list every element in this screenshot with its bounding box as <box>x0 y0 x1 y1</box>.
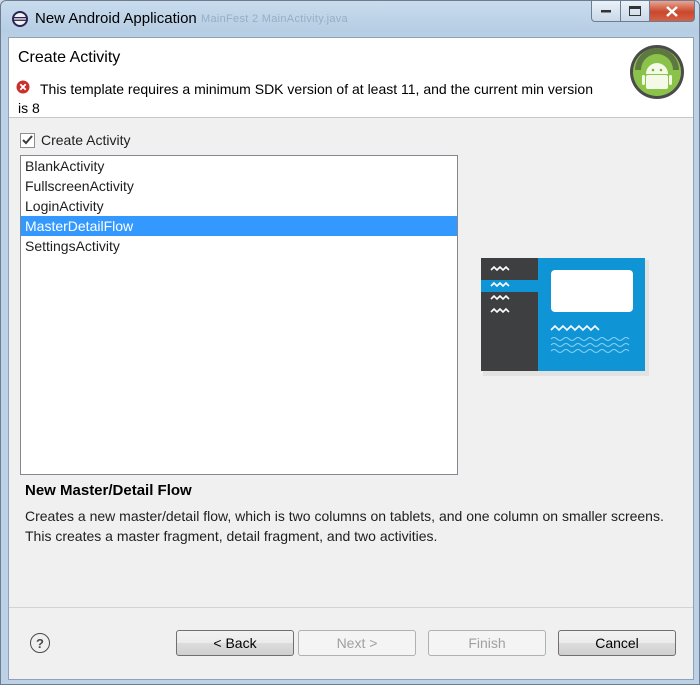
dialog-body: Create Activity This template requires a… <box>8 37 694 680</box>
create-activity-row[interactable]: Create Activity <box>20 132 130 148</box>
help-icon[interactable]: ? <box>30 633 50 653</box>
back-button-label: < Back <box>213 635 257 651</box>
background-editor-tabs: MainFest 2 MainActivity.java <box>201 13 348 25</box>
cancel-button-label: Cancel <box>595 635 639 651</box>
minimize-icon <box>601 10 611 13</box>
next-button-label: Next > <box>336 635 378 651</box>
finish-button[interactable]: Finish <box>428 630 546 656</box>
create-activity-checkbox[interactable] <box>20 132 35 148</box>
template-preview-image <box>479 256 651 378</box>
page-title: Create Activity <box>18 49 121 66</box>
minimize-button[interactable] <box>591 1 621 22</box>
android-logo-icon <box>629 44 685 100</box>
back-button[interactable]: < Back <box>176 630 294 656</box>
close-button[interactable] <box>650 1 695 22</box>
checkmark-icon <box>22 135 33 145</box>
close-icon <box>666 5 678 17</box>
list-item-master-detail-flow[interactable]: MasterDetailFlow <box>21 216 457 236</box>
title-bar[interactable]: New Android Application MainFest 2 MainA… <box>1 1 699 37</box>
eclipse-icon <box>11 10 29 28</box>
wizard-header: Create Activity This template requires a… <box>9 38 693 118</box>
list-item-fullscreen-activity[interactable]: FullscreenActivity <box>21 176 457 196</box>
list-item-blank-activity[interactable]: BlankActivity <box>21 156 457 176</box>
maximize-icon <box>629 6 641 16</box>
error-message: This template requires a minimum SDK ver… <box>18 81 593 116</box>
maximize-button[interactable] <box>621 1 650 22</box>
dialog-window: New Android Application MainFest 2 MainA… <box>0 0 700 685</box>
cancel-button[interactable]: Cancel <box>558 630 676 656</box>
create-activity-label: Create Activity <box>41 132 131 148</box>
finish-button-label: Finish <box>468 635 506 651</box>
list-item-settings-activity[interactable]: SettingsActivity <box>21 236 457 256</box>
template-description-text: Creates a new master/detail flow, which … <box>25 508 664 544</box>
window-title: New Android Application <box>35 10 197 27</box>
next-button[interactable]: Next > <box>298 630 416 656</box>
template-list[interactable]: BlankActivity FullscreenActivity LoginAc… <box>20 155 458 475</box>
template-description-title: New Master/Detail Flow <box>25 482 192 499</box>
footer-divider <box>9 607 693 608</box>
list-item-login-activity[interactable]: LoginActivity <box>21 196 457 216</box>
